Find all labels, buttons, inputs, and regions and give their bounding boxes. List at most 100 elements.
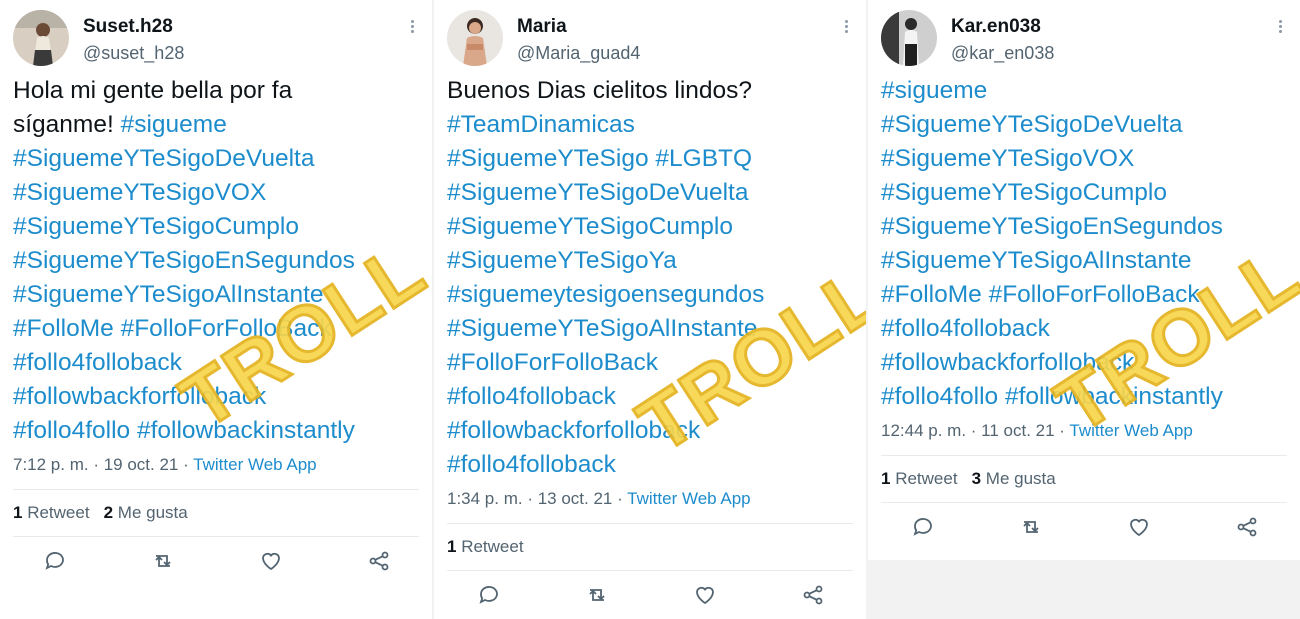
- hashtag-link[interactable]: #SiguemeYTeSigoYa: [447, 247, 677, 274]
- reply-icon[interactable]: [474, 580, 504, 610]
- hashtag-link[interactable]: #siguemeytesigoensegundos: [447, 281, 764, 308]
- hashtag-link[interactable]: #sigueme: [121, 111, 227, 138]
- retweet-count[interactable]: 1: [13, 503, 22, 522]
- hashtag-link[interactable]: #SiguemeYTeSigoEnSegundos: [881, 213, 1223, 240]
- tweet-source[interactable]: Twitter Web App: [627, 489, 750, 508]
- hashtag-link[interactable]: #SiguemeYTeSigoDeVuelta: [13, 145, 314, 172]
- tweet-line: #FolloMe #FolloForFolloBack: [13, 312, 423, 346]
- reply-icon[interactable]: [908, 512, 938, 542]
- tweet-line: #SiguemeYTeSigoAlInstante: [881, 244, 1291, 278]
- hashtag-link[interactable]: #SiguemeYTeSigoAlInstante: [881, 247, 1192, 274]
- tweet-source[interactable]: Twitter Web App: [193, 455, 316, 474]
- retweet-label[interactable]: Retweet: [461, 537, 523, 556]
- tweet-line: #TeamDinamicas: [447, 108, 857, 142]
- like-icon[interactable]: [256, 546, 286, 576]
- tweet-line: #SiguemeYTeSigoCumplo: [881, 176, 1291, 210]
- tweet-line: Buenos Dias cielitos lindos?: [447, 74, 857, 108]
- hashtag-link[interactable]: #FolloMe #FolloForFolloBack: [13, 315, 332, 342]
- tweet-source[interactable]: Twitter Web App: [1069, 421, 1192, 440]
- divider: [13, 536, 419, 537]
- hashtag-link[interactable]: #SiguemeYTeSigoAlInstante: [447, 315, 758, 342]
- tweet-text-segment: Hola mi gente bella por fa: [13, 77, 293, 104]
- hashtag-link[interactable]: #SiguemeYTeSigo #LGBTQ: [447, 145, 752, 172]
- hashtag-link[interactable]: #SiguemeYTeSigoDeVuelta: [881, 111, 1182, 138]
- tweet-stats: 1 Retweet 2 Me gusta: [13, 503, 188, 523]
- tweet-time[interactable]: 12:44 p. m. · 11 oct. 21 ·: [881, 421, 1069, 440]
- user-handle[interactable]: @suset_h28: [83, 43, 184, 64]
- more-options-icon[interactable]: [405, 18, 419, 38]
- hashtag-link[interactable]: #FolloForFolloBack: [447, 349, 658, 376]
- hashtag-link[interactable]: #follo4follo #followbackinstantly: [13, 417, 355, 444]
- hashtag-link[interactable]: #TeamDinamicas: [447, 111, 635, 138]
- tweet-header: Kar.en038 @kar_en038: [881, 10, 1286, 70]
- hashtag-link[interactable]: #SiguemeYTeSigoCumplo: [447, 213, 733, 240]
- more-options-icon[interactable]: [839, 18, 853, 38]
- hashtag-link[interactable]: #SiguemeYTeSigoVOX: [13, 179, 266, 206]
- tweet-line: #follo4folloback: [881, 312, 1291, 346]
- retweet-icon[interactable]: [582, 580, 612, 610]
- user-handle[interactable]: @kar_en038: [951, 43, 1054, 64]
- like-count[interactable]: 2: [104, 503, 113, 522]
- hashtag-link[interactable]: #followbackforfolloback: [881, 349, 1134, 376]
- tweet-text-segment: Buenos Dias cielitos lindos?: [447, 77, 753, 104]
- tweet-line: #SiguemeYTeSigoDeVuelta: [13, 142, 423, 176]
- hashtag-link[interactable]: #SiguemeYTeSigoEnSegundos: [13, 247, 355, 274]
- retweet-count[interactable]: 1: [881, 469, 890, 488]
- hashtag-link[interactable]: #SiguemeYTeSigoAlInstante: [13, 281, 324, 308]
- display-name[interactable]: Maria: [517, 16, 567, 38]
- tweet-line: #SiguemeYTeSigoVOX: [881, 142, 1291, 176]
- tweet-line: #follo4follo #followbackinstantly: [13, 414, 423, 448]
- hashtag-link[interactable]: #follo4folloback: [881, 315, 1050, 342]
- hashtag-link[interactable]: #follo4folloback: [13, 349, 182, 376]
- retweet-icon[interactable]: [1016, 512, 1046, 542]
- hashtag-link[interactable]: #sigueme: [881, 77, 987, 104]
- like-icon[interactable]: [690, 580, 720, 610]
- like-label[interactable]: Me gusta: [118, 503, 188, 522]
- tweet-line: #FolloForFolloBack: [447, 346, 857, 380]
- avatar[interactable]: [447, 10, 503, 66]
- hashtag-link[interactable]: #FolloMe #FolloForFolloBack: [881, 281, 1200, 308]
- share-icon[interactable]: [798, 580, 828, 610]
- retweet-label[interactable]: Retweet: [27, 503, 89, 522]
- tweet-text: Buenos Dias cielitos lindos? #TeamDinamic…: [447, 74, 857, 482]
- hashtag-link[interactable]: #follo4folloback: [447, 383, 616, 410]
- hashtag-link[interactable]: #followbackforfolloback: [13, 383, 266, 410]
- tweet-line: #SiguemeYTeSigoAlInstante: [447, 312, 857, 346]
- share-icon[interactable]: [364, 546, 394, 576]
- retweet-label[interactable]: Retweet: [895, 469, 957, 488]
- hashtag-link[interactable]: #SiguemeYTeSigoCumplo: [881, 179, 1167, 206]
- tweet-time[interactable]: 1:34 p. m. · 13 oct. 21 ·: [447, 489, 627, 508]
- user-handle[interactable]: @Maria_guad4: [517, 43, 640, 64]
- tweet-card-3: Kar.en038 @kar_en038 #sigueme #SiguemeYTe…: [868, 0, 1300, 560]
- more-options-icon[interactable]: [1273, 18, 1287, 38]
- tweet-time[interactable]: 7:12 p. m. · 19 oct. 21 ·: [13, 455, 193, 474]
- reply-icon[interactable]: [40, 546, 70, 576]
- tweet-line: síganme! #sigueme: [13, 108, 423, 142]
- hashtag-link[interactable]: #follo4folloback: [447, 451, 616, 478]
- avatar[interactable]: [13, 10, 69, 66]
- like-icon[interactable]: [1124, 512, 1154, 542]
- display-name[interactable]: Suset.h28: [83, 16, 173, 38]
- retweet-icon[interactable]: [148, 546, 178, 576]
- tweet-stats: 1 Retweet: [447, 537, 524, 557]
- share-icon[interactable]: [1232, 512, 1262, 542]
- hashtag-link[interactable]: #followbackforfolloback: [447, 417, 700, 444]
- tweet-line: #FolloMe #FolloForFolloBack: [881, 278, 1291, 312]
- tweet-actions: [13, 546, 419, 576]
- tweet-actions: [881, 512, 1287, 542]
- tweet-line: #SiguemeYTeSigoEnSegundos: [881, 210, 1291, 244]
- avatar[interactable]: [881, 10, 937, 66]
- tweet-line: #SiguemeYTeSigo #LGBTQ: [447, 142, 857, 176]
- hashtag-link[interactable]: #follo4follo #followbackinstantly: [881, 383, 1223, 410]
- hashtag-link[interactable]: #SiguemeYTeSigoDeVuelta: [447, 179, 748, 206]
- tweet-text: Hola mi gente bella por fa síganme! #sigu…: [13, 74, 423, 448]
- hashtag-link[interactable]: #SiguemeYTeSigoCumplo: [13, 213, 299, 240]
- like-label[interactable]: Me gusta: [986, 469, 1056, 488]
- hashtag-link[interactable]: #SiguemeYTeSigoVOX: [881, 145, 1134, 172]
- like-count[interactable]: 3: [972, 469, 981, 488]
- tweet-meta: 7:12 p. m. · 19 oct. 21 · Twitter Web Ap…: [13, 455, 317, 475]
- tweet-text: #sigueme #SiguemeYTeSigoDeVuelta #SiguemeY…: [881, 74, 1291, 414]
- retweet-count[interactable]: 1: [447, 537, 456, 556]
- tweet-stats: 1 Retweet 3 Me gusta: [881, 469, 1056, 489]
- display-name[interactable]: Kar.en038: [951, 16, 1041, 38]
